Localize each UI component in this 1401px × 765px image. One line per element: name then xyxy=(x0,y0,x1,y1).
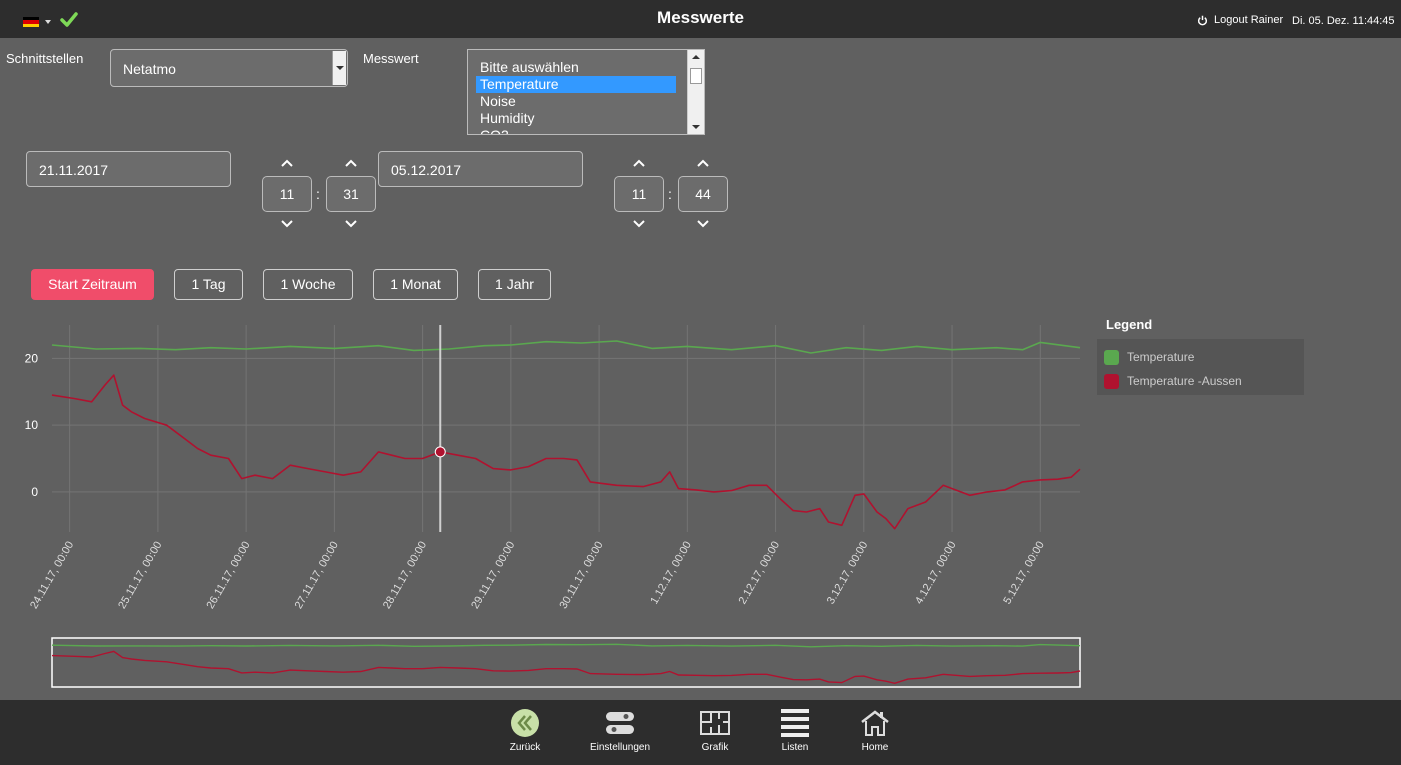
x-tick-label: 1.12.17, 00:00 xyxy=(648,540,694,607)
logout-button[interactable]: Logout Rainer xyxy=(1197,14,1283,26)
one-day-button[interactable]: 1 Tag xyxy=(174,269,243,300)
series-line-temperature-aussen xyxy=(51,374,1081,530)
y-axis: 0 10 20 xyxy=(25,351,39,499)
x-tick-label: 25.11.17, 00:00 xyxy=(116,540,164,612)
time-separator: : xyxy=(668,186,672,202)
back-icon xyxy=(511,709,539,737)
messwert-option[interactable]: Humidity xyxy=(476,110,676,127)
legend-swatch xyxy=(1104,373,1119,389)
x-tick-label: 28.11.17, 00:00 xyxy=(381,540,429,612)
schnittstellen-value: Netatmo xyxy=(123,61,176,77)
end-hour-down-icon[interactable] xyxy=(633,220,645,228)
chevron-down-icon[interactable] xyxy=(332,51,346,85)
top-bar: Messwerte Logout Rainer Di. 05. Dez. 11:… xyxy=(0,0,1401,38)
home-icon xyxy=(861,710,889,736)
x-tick-label: 26.11.17, 00:00 xyxy=(205,540,253,612)
navigator-series-line xyxy=(51,643,1081,648)
legend-item-temperature-aussen[interactable]: Temperature -Aussen xyxy=(1097,369,1304,393)
nav-home-label: Home xyxy=(861,742,889,753)
end-minute-input[interactable]: 44 xyxy=(678,176,728,212)
chart-legend: Legend Temperature Temperature -Aussen xyxy=(1097,317,1304,395)
scroll-down-icon[interactable] xyxy=(692,125,700,129)
start-hour-down-icon[interactable] xyxy=(281,220,293,228)
start-hour-up-icon[interactable] xyxy=(281,159,293,167)
nav-back-button[interactable]: Zurück xyxy=(505,708,545,753)
y-tick-label: 20 xyxy=(25,351,39,365)
series-line-temperature xyxy=(51,340,1081,354)
legend-label: Temperature -Aussen xyxy=(1127,374,1242,388)
one-month-button[interactable]: 1 Monat xyxy=(373,269,458,300)
one-week-button[interactable]: 1 Woche xyxy=(263,269,353,300)
y-tick-label: 0 xyxy=(31,485,38,499)
nav-settings-button[interactable]: Einstellungen xyxy=(585,708,655,753)
one-year-button[interactable]: 1 Jahr xyxy=(478,269,551,300)
x-tick-label: 2.12.17, 00:00 xyxy=(737,540,783,607)
floorplan-icon xyxy=(700,711,730,735)
crosshair-point xyxy=(434,446,446,458)
start-minute-up-icon[interactable] xyxy=(345,159,357,167)
end-minute-down-icon[interactable] xyxy=(697,220,709,228)
messwert-label: Messwert xyxy=(363,51,419,66)
page-title: Messwerte xyxy=(657,8,744,27)
y-tick-label: 10 xyxy=(25,418,39,432)
x-tick-label: 30.11.17, 00:00 xyxy=(557,540,605,612)
legend-swatch xyxy=(1104,349,1119,365)
schnittstellen-select[interactable]: Netatmo xyxy=(110,49,348,87)
settings-icon xyxy=(606,712,634,734)
scrollbar-thumb[interactable] xyxy=(690,68,702,84)
messwert-option-selected[interactable]: Temperature xyxy=(476,76,676,93)
end-minute-up-icon[interactable] xyxy=(697,159,709,167)
chart-series xyxy=(51,325,1081,532)
nav-settings-label: Einstellungen xyxy=(589,742,651,753)
end-hour-up-icon[interactable] xyxy=(633,159,645,167)
messwert-listbox[interactable]: Bitte auswählen Temperature Noise Humidi… xyxy=(467,49,705,135)
nav-listen-button[interactable]: Listen xyxy=(775,708,815,753)
overview-navigator xyxy=(51,637,1081,688)
legend-label: Temperature xyxy=(1127,350,1195,364)
scroll-up-icon[interactable] xyxy=(692,55,700,59)
x-tick-label: 29.11.17, 00:00 xyxy=(469,540,517,612)
x-tick-label: 4.12.17, 00:00 xyxy=(913,540,959,607)
nav-grafik-label: Grafik xyxy=(701,742,729,753)
start-minute-input[interactable]: 31 xyxy=(326,176,376,212)
temperature-chart[interactable]: 0 10 20 24.11.17, 00:00 25.11.17, 00:00 26.1… xyxy=(0,310,1095,695)
start-date-input[interactable]: 21.11.2017 xyxy=(26,151,231,187)
nav-listen-label: Listen xyxy=(781,742,809,753)
nav-back-label: Zurück xyxy=(509,742,541,753)
navigator-series-line xyxy=(51,650,1081,685)
listbox-scrollbar[interactable] xyxy=(687,50,704,134)
x-axis: 24.11.17, 00:00 25.11.17, 00:00 26.11.17, … xyxy=(28,540,1047,612)
messwert-option[interactable]: Noise xyxy=(476,93,676,110)
schnittstellen-label: Schnittstellen xyxy=(6,51,84,66)
start-hour-input[interactable]: 11 xyxy=(262,176,312,212)
bottom-nav: Zurück Einstellungen Grafik Listen Home xyxy=(0,700,1401,765)
legend-title: Legend xyxy=(1106,317,1153,332)
messwert-option[interactable]: Bitte auswählen xyxy=(476,59,676,76)
start-minute-down-icon[interactable] xyxy=(345,220,357,228)
nav-home-button[interactable]: Home xyxy=(855,708,895,753)
x-tick-label: 5.12.17, 00:00 xyxy=(1001,540,1047,607)
nav-grafik-button[interactable]: Grafik xyxy=(695,708,735,753)
x-tick-label: 27.11.17, 00:00 xyxy=(293,540,341,612)
messwert-option[interactable]: CO2 xyxy=(476,127,676,134)
list-icon xyxy=(781,709,809,737)
power-icon xyxy=(1197,15,1208,25)
logout-label: Logout Rainer xyxy=(1214,14,1284,26)
end-date-input[interactable]: 05.12.2017 xyxy=(378,151,583,187)
time-separator: : xyxy=(316,186,320,202)
start-zeitraum-button[interactable]: Start Zeitraum xyxy=(31,269,154,300)
end-hour-input[interactable]: 11 xyxy=(614,176,664,212)
legend-item-temperature[interactable]: Temperature xyxy=(1097,345,1304,369)
current-datetime: Di. 05. Dez. 11:44:45 xyxy=(1292,15,1395,27)
x-tick-label: 3.12.17, 00:00 xyxy=(825,540,871,607)
x-tick-label: 24.11.17, 00:00 xyxy=(28,540,76,612)
